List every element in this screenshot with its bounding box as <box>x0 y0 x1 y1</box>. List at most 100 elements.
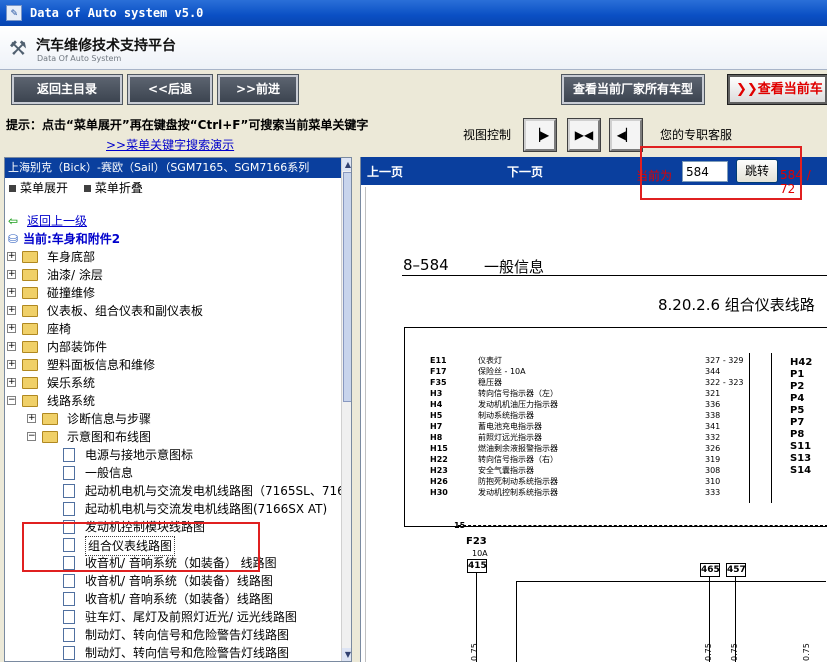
current-models-button[interactable]: 查看当前厂家所有车型 <box>561 74 705 105</box>
folder-open-icon <box>22 395 38 407</box>
tree-item-label: 塑料面板信息和维修 <box>47 358 156 372</box>
wire-size-label: 0.75 <box>470 643 479 661</box>
menu-tree: ⇦ 返回上一级 ⛁ 当前:车身和附件2 + 车身底部 + 油漆/ 涂层 + 碰撞维修 … <box>5 210 341 661</box>
scroll-up-icon[interactable]: ▲ <box>342 158 351 171</box>
component-row: F35 稳压器 322 - 323 <box>430 378 744 387</box>
tree-item-expanded[interactable]: − 线路系统 <box>5 392 341 410</box>
home-button[interactable]: 返回主目录 <box>11 74 123 105</box>
check-current-car-button[interactable]: ❯❯查看当前车 <box>727 74 827 105</box>
folder-open-icon <box>42 431 58 443</box>
tree-item-label: 电源与接地示意图标 <box>85 448 194 462</box>
cluster-left-edge <box>516 581 517 662</box>
split-icon: ▶◀ <box>574 128 594 142</box>
folder-icon <box>22 377 38 389</box>
arrow-left-icon: ◀▏ <box>616 128 636 142</box>
tree-item[interactable]: + 碰撞维修 <box>5 284 341 302</box>
expert-service-label: 您的专职客服 <box>660 128 733 142</box>
tree-leaf[interactable]: 制动灯、转向信号和危险警告灯线路图 <box>5 644 341 661</box>
component-row: H22 转向信号指示器（右） 319 <box>430 455 721 464</box>
page-heading: 一般信息 <box>484 258 545 276</box>
document-icon <box>63 502 75 516</box>
legend-divider <box>771 353 772 503</box>
menu-controls: 菜单展开 菜单折叠 <box>5 178 341 198</box>
component-row: H7 蓄电池充电指示器 341 <box>430 422 721 431</box>
cluster-top-edge <box>516 581 826 582</box>
back-up-link[interactable]: ⇦ 返回上一级 <box>5 212 341 230</box>
tree-item-label: 制动灯、转向信号和危险警告灯线路图 <box>85 628 290 642</box>
tree-item[interactable]: + 仪表板、组合仪表和副仪表板 <box>5 302 341 320</box>
tree-item[interactable]: + 油漆/ 涂层 <box>5 266 341 284</box>
vehicle-header: 上海别克（Bick）-赛欧（Sail）（SGM7165、SGM7166系列 <box>5 158 341 178</box>
search-demo-link[interactable]: >>菜单关键字搜索演示 <box>106 136 234 153</box>
rail-marker: 15 <box>454 521 466 530</box>
tree-leaf[interactable]: 收音机/ 音响系统（如装备）线路图 <box>5 572 341 590</box>
document-icon <box>63 610 75 624</box>
tree-item[interactable]: + 诊断信息与步骤 <box>5 410 341 428</box>
terminal-465: 465 <box>700 563 720 577</box>
tree-leaf[interactable]: 电源与接地示意图标 <box>5 446 341 464</box>
minus-icon: − <box>27 431 36 441</box>
tree-item-label: 一般信息 <box>85 466 134 480</box>
plus-icon: + <box>7 287 16 297</box>
tree-item[interactable]: + 座椅 <box>5 320 341 338</box>
terminal-457: 457 <box>726 563 746 577</box>
view-expand-left-button[interactable]: ◀▏ <box>609 118 643 152</box>
tree-item-expanded[interactable]: − 示意图和布线图 <box>5 428 341 446</box>
scroll-thumb[interactable] <box>343 172 351 402</box>
document-viewer: 上一页 下一页 8–584 一般信息 8.20.2.6 组合仪表线路 E11 仪表… <box>360 157 827 662</box>
wire-size-label: 0.75 <box>730 643 739 661</box>
title-bar: ✎ Data of Auto system v5.0 <box>0 0 827 26</box>
component-row: H4 发动机机油压力指示器 336 <box>430 400 721 409</box>
tree-item[interactable]: + 车身底部 <box>5 248 341 266</box>
section-title: 8.20.2.6 组合仪表线路 <box>658 296 815 314</box>
wire-size-label: 0.75 <box>704 643 713 661</box>
tree-item-label: 线路系统 <box>47 394 96 408</box>
current-node: ⛁ 当前:车身和附件2 <box>5 230 341 248</box>
folder-icon <box>42 413 58 425</box>
folder-icon <box>22 251 38 263</box>
folder-icon <box>22 323 38 335</box>
document-icon <box>63 646 75 660</box>
document-icon <box>63 448 75 462</box>
tree-item[interactable]: + 塑料面板信息和维修 <box>5 356 341 374</box>
tree-item[interactable]: + 内部装饰件 <box>5 338 341 356</box>
nav-toolbar: 返回主目录 <<后退 >>前进 查看当前厂家所有车型 ❯❯查看当前车 <box>0 70 827 112</box>
tree-leaf[interactable]: 起动机电机与交流发电机线路图（7165SL、7165 <box>5 482 341 500</box>
view-expand-right-button[interactable]: ▕▶ <box>523 118 557 152</box>
app-subtitle: Data Of Auto System <box>37 54 122 63</box>
tree-item-label: 仪表板、组合仪表和副仪表板 <box>47 304 204 318</box>
menu-collapse-button[interactable]: 菜单折叠 <box>95 178 143 198</box>
plus-icon: + <box>7 305 16 315</box>
tree-leaf[interactable]: 一般信息 <box>5 464 341 482</box>
current-node-label: 当前:车身和附件2 <box>23 232 121 246</box>
scroll-down-icon[interactable]: ▼ <box>342 648 351 661</box>
tree-leaf[interactable]: 收音机/ 音响系统（如装备）线路图 <box>5 590 341 608</box>
menu-scrollbar[interactable]: ▲ ▼ <box>341 158 351 661</box>
minus-icon: − <box>7 395 16 405</box>
tree-item-label: 座椅 <box>47 322 72 336</box>
manual-page: 8–584 一般信息 8.20.2.6 组合仪表线路 E11 仪表灯 327 - 3… <box>365 187 827 662</box>
tree-item-label: 车身底部 <box>47 250 96 264</box>
component-row: H5 制动系统指示器 338 <box>430 411 721 420</box>
tree-leaf[interactable]: 制动灯、转向信号和危险警告灯线路图 <box>5 626 341 644</box>
search-tip: 提示：点击“菜单展开”再在键盘按“Ctrl+F”可搜索当前菜单关键字 <box>6 118 369 132</box>
tree-item-label: 娱乐系统 <box>47 376 96 390</box>
component-row: H26 防抱死制动系统指示器 310 <box>430 477 721 486</box>
forward-button[interactable]: >>前进 <box>217 74 299 105</box>
app-icon: ✎ <box>6 5 22 21</box>
back-button[interactable]: <<后退 <box>127 74 213 105</box>
wire-size-label: 0.75 <box>802 643 811 661</box>
tree-leaf[interactable]: 起动机电机与交流发电机线路图(7166SX AT) <box>5 500 341 518</box>
next-page-button[interactable]: 下一页 <box>507 163 543 180</box>
prev-page-button[interactable]: 上一页 <box>367 163 403 180</box>
highlight-box-menu <box>22 522 260 572</box>
component-row: H3 转向信号指示器（左） 321 <box>430 389 721 398</box>
tree-item[interactable]: + 娱乐系统 <box>5 374 341 392</box>
view-split-button[interactable]: ▶◀ <box>567 118 601 152</box>
expand-icon <box>9 185 16 192</box>
menu-expand-button[interactable]: 菜单展开 <box>20 178 68 198</box>
tree-item-label: 收音机/ 音响系统（如装备）线路图 <box>85 592 273 606</box>
collapse-icon <box>83 185 91 192</box>
tree-leaf[interactable]: 驻车灯、尾灯及前照灯近光/ 远光线路图 <box>5 608 341 626</box>
legend-divider <box>749 353 750 503</box>
